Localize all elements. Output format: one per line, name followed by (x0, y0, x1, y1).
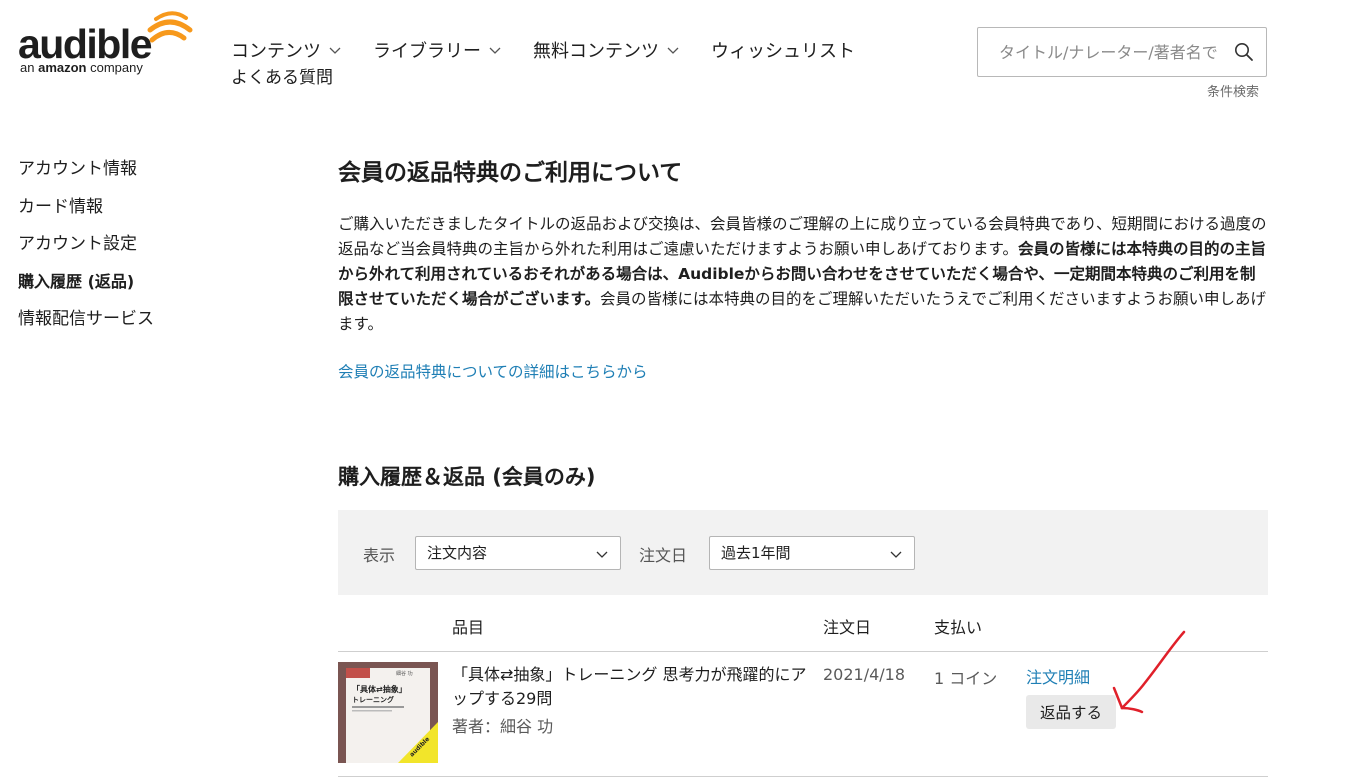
return-policy-detail-link[interactable]: 会員の返品特典についての詳細はこちらから (338, 360, 648, 382)
nav-contents-label: コンテンツ (231, 41, 321, 62)
return-policy-text: ご購入いただきましたタイトルの返品および交換は、会員皆様のご理解の上に成り立って… (338, 212, 1268, 337)
nav-library[interactable]: ライブラリー (373, 37, 501, 63)
item-title[interactable]: 「具体⇄抽象」トレーニング 思考力が飛躍的にアップする29問 (452, 663, 812, 711)
main-nav: コンテンツ ライブラリー 無料コンテンツ ウィッシュリスト よくある質問 (231, 37, 921, 88)
nav-free-contents[interactable]: 無料コンテンツ (533, 37, 679, 63)
book-cover-art: 細谷 功 「具体⇄抽象」 トレーニング audible (338, 662, 438, 763)
nav-library-label: ライブラリー (373, 41, 481, 62)
logo-tagline: an amazon company (20, 60, 143, 75)
item-payment: 1 コイン (934, 669, 998, 688)
cover-title-line1: 「具体⇄抽象」 (352, 684, 407, 694)
search-input[interactable] (978, 28, 1228, 76)
history-section-title: 購入履歴＆返品 (会員のみ) (338, 465, 596, 489)
display-filter-value: 注文内容 (427, 544, 488, 562)
search-box (977, 27, 1267, 77)
advanced-search-link[interactable]: 条件検索 (1207, 81, 1259, 100)
nav-contents[interactable]: コンテンツ (231, 37, 341, 63)
item-order-date: 2021/4/18 (823, 665, 906, 684)
audible-waves-icon (147, 11, 193, 43)
chevron-down-icon (489, 47, 501, 54)
sidebar-item-purchase-history[interactable]: 購入履歴 (返品) (18, 270, 154, 308)
column-header-date: 注文日 (823, 618, 872, 637)
audible-logo[interactable]: audible an amazon company (18, 10, 198, 80)
table-row-divider (338, 776, 1268, 777)
display-filter-label: 表示 (363, 546, 396, 565)
logo-tagline-suffix: company (90, 60, 143, 75)
chevron-down-icon (329, 47, 341, 54)
sidebar-item-account-info[interactable]: アカウント情報 (18, 157, 154, 195)
chevron-down-icon (890, 551, 902, 558)
book-cover[interactable]: 細谷 功 「具体⇄抽象」 トレーニング audible (338, 662, 438, 763)
display-filter-select[interactable]: 注文内容 (415, 536, 621, 570)
item-author: 著者：細谷 功 (452, 717, 554, 736)
page-title: 会員の返品特典のご利用について (338, 160, 683, 186)
column-header-item: 品目 (452, 618, 485, 637)
logo-wordmark: audible (18, 21, 153, 67)
date-filter-value: 過去1年間 (721, 544, 791, 562)
sidebar-item-newsletter[interactable]: 情報配信サービス (18, 307, 154, 345)
chevron-down-icon (667, 47, 679, 54)
date-filter-select[interactable]: 過去1年間 (709, 536, 915, 570)
logo-tagline-prefix: an (20, 60, 35, 75)
cover-title-line2: トレーニング (352, 695, 394, 704)
account-sidebar: アカウント情報 カード情報 アカウント設定 購入履歴 (返品) 情報配信サービス (18, 157, 154, 345)
search-icon[interactable] (1234, 42, 1254, 62)
sidebar-item-account-settings[interactable]: アカウント設定 (18, 232, 154, 270)
nav-wishlist[interactable]: ウィッシュリスト (711, 37, 855, 63)
nav-wishlist-label: ウィッシュリスト (711, 41, 855, 62)
logo-tagline-brand: amazon (38, 60, 87, 75)
main-content: 会員の返品特典のご利用について ご購入いただきましたタイトルの返品および交換は、… (338, 150, 1268, 489)
nav-free-contents-label: 無料コンテンツ (533, 41, 659, 62)
filter-bar: 表示 注文内容 注文日 過去1年間 (338, 510, 1268, 595)
chevron-down-icon (596, 551, 608, 558)
cover-author: 細谷 功 (396, 670, 413, 677)
column-header-payment: 支払い (934, 618, 983, 637)
red-arrow-annotation-icon (1112, 630, 1186, 714)
sidebar-item-card-info[interactable]: カード情報 (18, 195, 154, 233)
nav-faq[interactable]: よくある質問 (231, 63, 333, 88)
date-filter-label: 注文日 (639, 546, 688, 565)
order-details-link[interactable]: 注文明細 (1026, 664, 1090, 688)
